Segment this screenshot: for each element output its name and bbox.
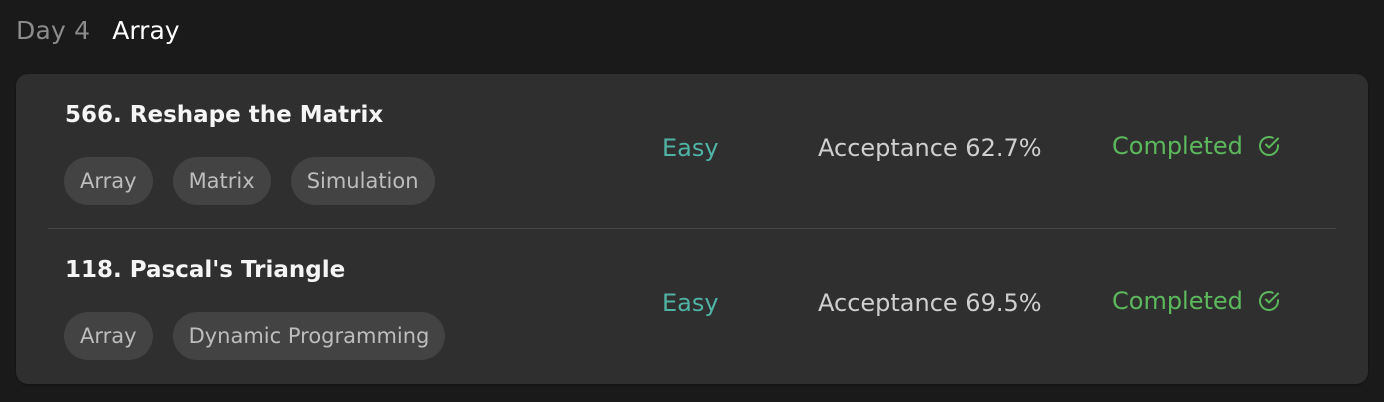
difficulty-label: Easy: [662, 289, 719, 317]
problem-title-link[interactable]: 118. Pascal's Triangle: [65, 257, 345, 283]
status-completed: Completed: [1112, 132, 1281, 160]
acceptance-rate: Acceptance 69.5%: [818, 289, 1042, 317]
tag-matrix[interactable]: Matrix: [172, 157, 271, 205]
day-label: Day 4: [16, 15, 91, 45]
problem-row[interactable]: 566. Reshape the Matrix Array Matrix Sim…: [16, 74, 1368, 228]
problem-list-card: 566. Reshape the Matrix Array Matrix Sim…: [16, 74, 1368, 384]
check-circle-icon: [1257, 134, 1281, 158]
difficulty-label: Easy: [662, 134, 719, 162]
status-label: Completed: [1112, 132, 1243, 160]
status-label: Completed: [1112, 287, 1243, 315]
status-completed: Completed: [1112, 287, 1281, 315]
check-circle-icon: [1257, 289, 1281, 313]
page: Day 4 Array 566. Reshape the Matrix Arra…: [0, 0, 1384, 402]
section-title: Array: [112, 15, 180, 45]
tag-simulation[interactable]: Simulation: [290, 157, 435, 205]
section-header: Day 4 Array: [16, 10, 180, 50]
tag-array[interactable]: Array: [64, 157, 153, 205]
tag-list: Array Matrix Simulation: [64, 157, 435, 205]
tag-list: Array Dynamic Programming: [64, 312, 446, 360]
problem-title-link[interactable]: 566. Reshape the Matrix: [65, 102, 383, 128]
acceptance-rate: Acceptance 62.7%: [818, 134, 1042, 162]
problem-row[interactable]: 118. Pascal's Triangle Array Dynamic Pro…: [16, 229, 1368, 383]
tag-dynamic-programming[interactable]: Dynamic Programming: [172, 312, 446, 360]
tag-array[interactable]: Array: [64, 312, 153, 360]
